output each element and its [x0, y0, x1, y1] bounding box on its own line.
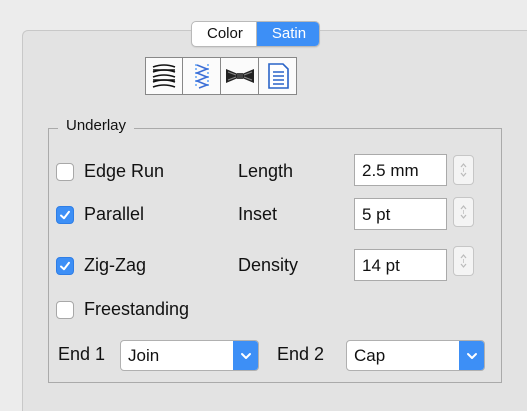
- end1-select[interactable]: Join: [120, 340, 259, 371]
- parallel-label: Parallel: [84, 204, 145, 224]
- density-field[interactable]: 14 pt: [354, 249, 447, 281]
- document-lines-icon: [267, 63, 289, 89]
- end2-select[interactable]: Cap: [346, 340, 485, 371]
- checkmark-icon: [60, 210, 70, 219]
- stepper-arrows-icon: [460, 205, 467, 219]
- freestanding-option[interactable]: Freestanding: [56, 299, 189, 320]
- bowtie-shape-button[interactable]: [221, 57, 259, 95]
- chevron-down-icon: [459, 341, 484, 370]
- zigzag-option[interactable]: Zig-Zag: [56, 255, 146, 276]
- edge-run-checkbox[interactable]: [56, 162, 74, 181]
- density-label: Density: [238, 255, 299, 275]
- freestanding-label: Freestanding: [84, 299, 190, 319]
- end1-label: End 1: [58, 344, 106, 364]
- mode-segmented-control: Color Satin: [191, 21, 321, 47]
- zigzag-underlay-icon: [194, 64, 209, 89]
- satin-stitch-icon: [152, 64, 176, 88]
- density-stepper[interactable]: [453, 246, 474, 276]
- inset-field[interactable]: 5 pt: [354, 198, 447, 230]
- parallel-option[interactable]: Parallel: [56, 204, 144, 225]
- length-label: Length: [238, 161, 294, 181]
- stepper-arrows-icon: [460, 163, 467, 177]
- tab-satin[interactable]: Satin: [256, 22, 320, 46]
- chevron-down-icon: [233, 341, 258, 370]
- tab-color[interactable]: Color: [192, 22, 257, 46]
- zigzag-checkbox[interactable]: [56, 256, 74, 275]
- freestanding-checkbox[interactable]: [56, 300, 74, 319]
- length-stepper[interactable]: [453, 155, 474, 185]
- stitch-toolbar: [145, 57, 297, 95]
- end2-value: Cap: [354, 346, 386, 365]
- checkmark-icon: [60, 261, 70, 270]
- length-field[interactable]: 2.5 mm: [354, 154, 447, 186]
- underlay-title: Underlay: [58, 117, 135, 134]
- inset-stepper[interactable]: [453, 197, 474, 227]
- stepper-arrows-icon: [460, 254, 467, 268]
- edge-run-label: Edge Run: [84, 161, 165, 181]
- end1-value: Join: [128, 346, 160, 365]
- zigzag-underlay-button[interactable]: [183, 57, 221, 95]
- zigzag-label: Zig-Zag: [84, 255, 147, 275]
- satin-stitch-button[interactable]: [145, 57, 183, 95]
- properties-button[interactable]: [259, 57, 297, 95]
- inset-label: Inset: [238, 204, 278, 224]
- parallel-checkbox[interactable]: [56, 205, 74, 224]
- edge-run-option[interactable]: Edge Run: [56, 161, 164, 182]
- end2-label: End 2: [277, 344, 325, 364]
- bowtie-shape-icon: [225, 69, 254, 83]
